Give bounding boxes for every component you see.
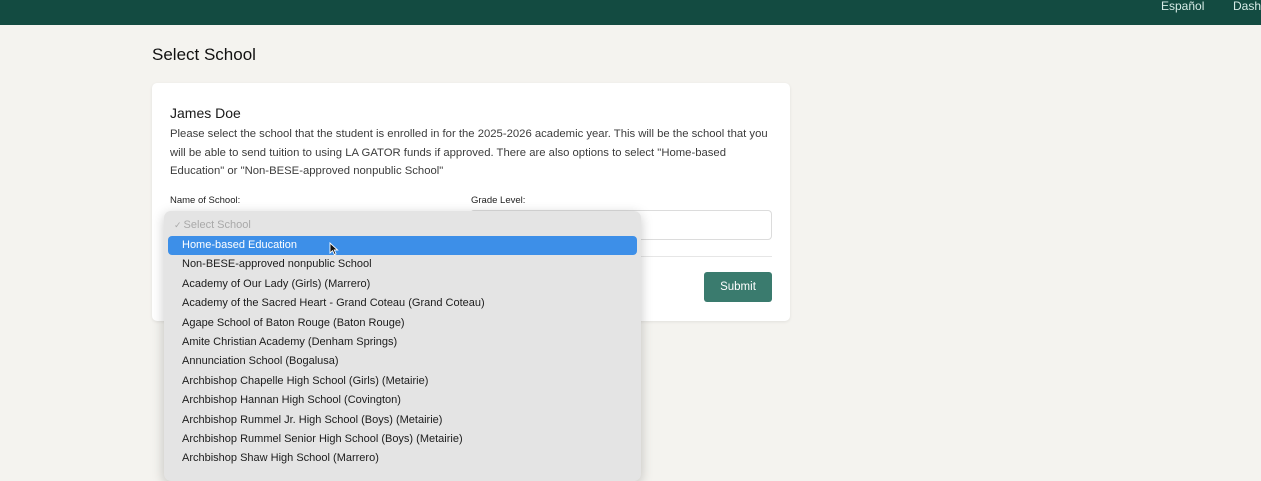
submit-button[interactable]: Submit: [704, 272, 772, 302]
dropdown-option[interactable]: Academy of the Sacred Heart - Grand Cote…: [168, 294, 637, 313]
grade-level-label: Grade Level:: [471, 195, 526, 206]
top-navbar: Español Dash: [0, 0, 1261, 25]
nav-link-espanol[interactable]: Español: [1161, 0, 1204, 13]
mouse-pointer-icon: [329, 242, 339, 256]
student-name: James Doe: [170, 105, 241, 121]
dropdown-option[interactable]: Agape School of Baton Rouge (Baton Rouge…: [168, 314, 637, 333]
page-title: Select School: [152, 45, 256, 64]
dropdown-option[interactable]: Academy of Our Lady (Girls) (Marrero): [168, 275, 637, 294]
instructions-text: Please select the school that the studen…: [170, 128, 768, 177]
dropdown-option[interactable]: Archbishop Shaw High School (Marrero): [168, 449, 637, 468]
dropdown-option[interactable]: Archbishop Rummel Senior High School (Bo…: [168, 430, 637, 449]
nav-link-dashboard[interactable]: Dash: [1233, 0, 1261, 13]
dropdown-option[interactable]: Annunciation School (Bogalusa): [168, 352, 637, 371]
dropdown-option[interactable]: Archbishop Chapelle High School (Girls) …: [168, 372, 637, 391]
school-name-label: Name of School:: [170, 195, 241, 206]
dropdown-placeholder-option: ✓ Select School: [168, 216, 637, 235]
placeholder-label: Select School: [183, 219, 251, 231]
dropdown-option[interactable]: Amite Christian Academy (Denham Springs): [168, 333, 637, 352]
dropdown-option[interactable]: Archbishop Hannan High School (Covington…: [168, 391, 637, 410]
dropdown-option[interactable]: Non-BESE-approved nonpublic School: [168, 255, 637, 274]
dropdown-option[interactable]: Archbishop Rummel Jr. High School (Boys)…: [168, 411, 637, 430]
school-dropdown-menu[interactable]: ✓ Select School Home-based Education Non-B…: [164, 211, 641, 481]
dropdown-option[interactable]: Home-based Education: [168, 236, 637, 255]
checkmark-icon: ✓: [174, 220, 182, 230]
